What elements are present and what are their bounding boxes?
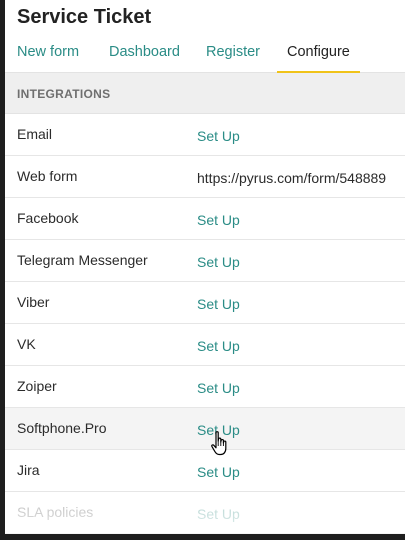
integration-row-web-form[interactable]: Web form https://pyrus.com/form/548889: [5, 156, 405, 198]
header: Service Ticket New form Dashboard Regist…: [5, 0, 405, 73]
integration-name: Softphone.Pro: [17, 420, 107, 436]
integration-name: Jira: [17, 462, 40, 478]
section-header-integrations: INTEGRATIONS: [5, 73, 405, 114]
tab-register[interactable]: Register: [206, 42, 260, 72]
set-up-link[interactable]: Set Up: [197, 506, 240, 522]
integration-name: SLA policies: [17, 504, 94, 520]
service-ticket-panel: Service Ticket New form Dashboard Regist…: [5, 0, 405, 534]
tab-bar: New form Dashboard Register Configure: [5, 42, 405, 73]
integration-name: Viber: [17, 294, 50, 310]
tab-new-form[interactable]: New form: [17, 42, 79, 72]
integration-row-vk[interactable]: VK Set Up: [5, 324, 405, 366]
integration-name: Email: [17, 126, 53, 142]
integration-row-email[interactable]: Email Set Up: [5, 114, 405, 156]
integration-row-facebook[interactable]: Facebook Set Up: [5, 198, 405, 240]
page-title: Service Ticket: [17, 6, 152, 28]
set-up-link[interactable]: Set Up: [197, 128, 240, 144]
integration-name: Web form: [17, 168, 78, 184]
set-up-link[interactable]: Set Up: [197, 296, 240, 312]
tab-configure[interactable]: Configure: [277, 42, 360, 73]
set-up-link[interactable]: Set Up: [197, 254, 240, 270]
set-up-link[interactable]: Set Up: [197, 464, 240, 480]
integration-name: Facebook: [17, 210, 79, 226]
integration-row-jira[interactable]: Jira Set Up: [5, 450, 405, 492]
set-up-link[interactable]: Set Up: [197, 212, 240, 228]
tab-dashboard[interactable]: Dashboard: [109, 42, 180, 72]
set-up-link[interactable]: Set Up: [197, 380, 240, 396]
integration-row-sla-policies[interactable]: SLA policies Set Up: [5, 492, 405, 534]
hand-pointer-icon: [211, 431, 227, 456]
integration-name: Zoiper: [17, 378, 57, 394]
integration-row-softphone-pro[interactable]: Softphone.Pro Set Up: [5, 408, 405, 450]
integration-row-zoiper[interactable]: Zoiper Set Up: [5, 366, 405, 408]
integration-row-viber[interactable]: Viber Set Up: [5, 282, 405, 324]
integration-row-telegram[interactable]: Telegram Messenger Set Up: [5, 240, 405, 282]
integration-name: VK: [17, 336, 36, 352]
web-form-url[interactable]: https://pyrus.com/form/548889: [197, 170, 386, 186]
set-up-link[interactable]: Set Up: [197, 338, 240, 354]
integration-name: Telegram Messenger: [17, 252, 148, 268]
